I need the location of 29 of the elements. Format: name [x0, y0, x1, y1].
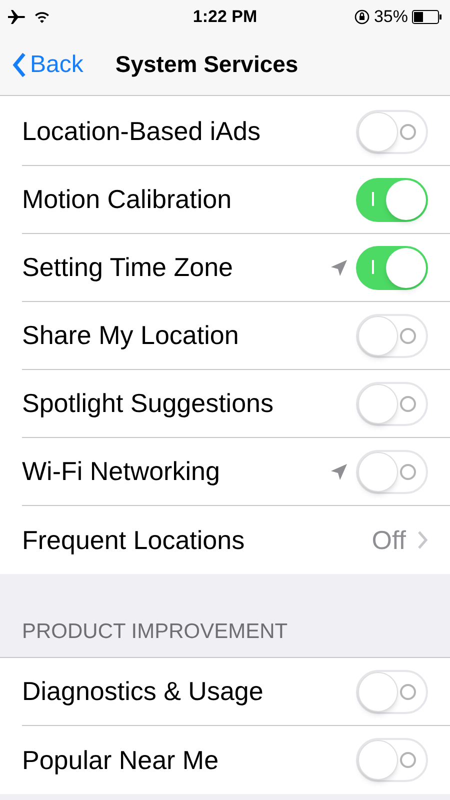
toggle-switch[interactable]	[356, 450, 428, 494]
toggle-switch[interactable]	[356, 382, 428, 426]
setting-label: Setting Time Zone	[22, 251, 233, 284]
back-button[interactable]: Back	[0, 46, 84, 82]
setting-label: Frequent Locations	[22, 524, 245, 556]
toggle-switch[interactable]	[356, 246, 428, 290]
toggle-switch[interactable]	[356, 110, 428, 154]
setting-label: Location-Based iAds	[22, 115, 260, 148]
nav-title: System Services	[115, 50, 298, 80]
setting-label: Share My Location	[22, 319, 239, 352]
rotation-lock-icon	[354, 9, 370, 25]
setting-label: Diagnostics & Usage	[22, 675, 264, 708]
toggle-switch[interactable]	[356, 670, 428, 714]
battery-percent: 35%	[374, 6, 408, 28]
status-time: 1:22 PM	[192, 6, 258, 28]
chevron-left-icon	[12, 52, 26, 78]
airplane-icon	[8, 9, 26, 25]
toggle-switch[interactable]	[356, 738, 428, 782]
toggle-switch[interactable]	[356, 178, 428, 222]
chevron-right-icon[interactable]	[418, 531, 428, 549]
setting-label: Spotlight Suggestions	[22, 387, 274, 420]
setting-label: Wi-Fi Networking	[22, 455, 220, 488]
toggle-switch[interactable]	[356, 314, 428, 358]
wifi-icon	[34, 11, 50, 23]
setting-label: Popular Near Me	[22, 744, 219, 776]
setting-label: Motion Calibration	[22, 183, 232, 216]
battery-icon	[412, 10, 442, 24]
setting-value: Off	[372, 524, 406, 556]
section-header: PRODUCT IMPROVEMENT	[22, 618, 288, 644]
